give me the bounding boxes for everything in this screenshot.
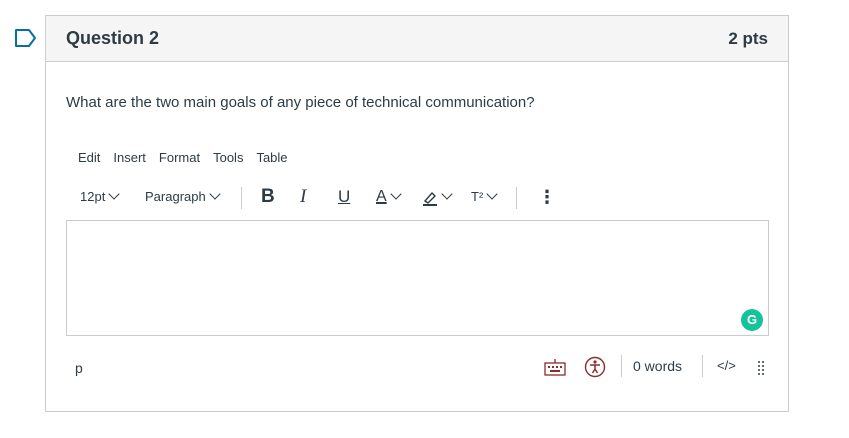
question-header: Question 2 2 pts [46,16,788,62]
menu-edit[interactable]: Edit [78,150,100,165]
text-color-icon: A [376,188,387,205]
flag-question-icon[interactable] [14,28,38,48]
question-text: What are the two main goals of any piece… [66,94,535,111]
block-format-value: Paragraph [145,189,206,204]
editor-menubar: Edit Insert Format Tools Table [78,150,301,170]
menu-table[interactable]: Table [256,150,287,165]
font-size-select[interactable]: 12pt [80,182,120,212]
bold-button[interactable]: B [261,182,275,212]
question-card: Question 2 2 pts What are the two main g… [45,15,789,412]
question-points: 2 pts [728,29,768,48]
toolbar-divider [241,187,242,209]
superscript-button[interactable]: T² [471,182,498,212]
text-color-button[interactable]: A [376,182,402,212]
answer-editor[interactable]: G [66,220,769,336]
grammarly-icon[interactable]: G [741,309,763,331]
menu-format[interactable]: Format [159,150,200,165]
chevron-down-icon [209,188,221,200]
resize-handle-icon[interactable] [757,360,765,376]
accessibility-checker-icon[interactable] [584,356,606,378]
chevron-down-icon [486,188,498,200]
block-format-select[interactable]: Paragraph [145,182,221,212]
more-options-icon[interactable]: ⋮ [538,182,556,212]
statusbar-divider [702,355,703,377]
italic-button[interactable]: I [300,182,306,212]
highlighter-icon [423,191,437,206]
question-title: Question 2 [66,28,160,48]
keyboard-shortcuts-icon[interactable] [544,358,566,376]
chevron-down-icon [108,188,120,200]
editor-toolbar: 12pt Paragraph B I U A T² ⋮ [66,182,586,212]
html-editor-toggle[interactable]: </> [717,358,736,373]
font-size-value: 12pt [80,189,106,204]
menu-tools[interactable]: Tools [213,150,243,165]
editor-statusbar: p 0 words </> [66,352,769,382]
word-count[interactable]: 0 words [633,358,682,374]
superscript-icon: T² [471,189,484,204]
statusbar-divider [621,355,622,377]
chevron-down-icon [390,188,402,200]
menu-insert[interactable]: Insert [113,150,146,165]
highlight-color-button[interactable] [422,182,453,212]
toolbar-divider [516,187,517,209]
underline-button[interactable]: U [338,182,350,212]
element-path[interactable]: p [75,360,83,376]
chevron-down-icon [441,188,453,200]
